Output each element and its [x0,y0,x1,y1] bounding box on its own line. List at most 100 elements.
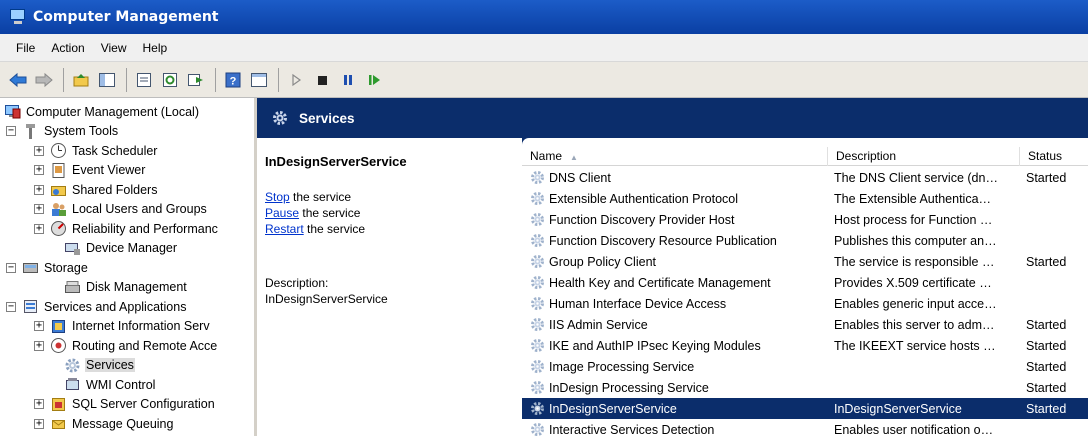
service-name-cell: Health Key and Certificate Management [522,275,828,290]
resume-service-button[interactable] [362,68,386,92]
toolbar-separator [278,67,279,92]
service-row[interactable]: Function Discovery Provider Host Host pro… [522,209,1088,230]
tree-item-local-users-and-groups[interactable]: + Local Users and Groups [34,200,208,219]
tree-item-event-viewer[interactable]: + Event Viewer [34,161,146,180]
collapse-icon[interactable]: − [6,262,16,273]
expand-icon[interactable]: + [34,223,44,234]
tree-item-routing-and-remote-acce[interactable]: + Routing and Remote Acce [34,336,218,355]
show-hide-tree-button[interactable] [95,68,119,92]
expand-icon[interactable]: + [34,184,44,195]
stop-service-link[interactable]: Stop [265,190,290,204]
service-name: InDesign Processing Service [549,380,709,395]
tree-item-computer-management-local[interactable]: Computer Management (Local) [4,102,200,121]
show-hide-action-pane-button[interactable] [247,68,271,92]
service-name: Function Discovery Resource Publication [549,233,777,248]
expand-icon[interactable]: + [34,418,44,429]
service-row[interactable]: IIS Admin Service Enables this server to … [522,314,1088,335]
expand-icon[interactable]: + [34,204,44,214]
column-header-name[interactable]: Name ▲ [522,147,828,166]
service-row[interactable]: Function Discovery Resource Publication P… [522,230,1088,251]
service-name: Health Key and Certificate Management [549,275,771,290]
menu-file[interactable]: File [8,34,43,62]
description-label: Description: [265,276,329,290]
menu-help[interactable]: Help [135,34,176,62]
tree-item-disk-management[interactable]: Disk Management [64,278,188,297]
service-name-cell: IKE and AuthIP IPsec Keying Modules [522,338,828,353]
service-name: Group Policy Client [549,254,656,269]
tree-item-system-tools[interactable]: − System Tools [6,122,119,141]
tree-item-services[interactable]: Services [64,356,135,375]
column-header-description[interactable]: Description [828,147,1020,166]
menu-bar: File Action View Help [0,34,1088,62]
tree-item-device-manager[interactable]: Device Manager [64,239,178,258]
expand-icon[interactable]: + [34,340,44,351]
tree-item-message-queuing[interactable]: + Message Queuing [34,414,174,433]
column-header-status[interactable]: Status [1020,147,1088,166]
service-name: Human Interface Device Access [549,296,727,311]
service-row[interactable]: Health Key and Certificate Management Pro… [522,272,1088,293]
expand-icon[interactable]: + [34,145,44,156]
tools-icon [26,123,35,139]
routing-icon [51,338,66,353]
shared-folder-icon [51,186,66,196]
menu-view[interactable]: View [93,34,135,62]
tree-item-internet-information-serv[interactable]: + Internet Information Serv [34,317,211,336]
selected-service-name: InDesignServerService [265,154,407,169]
tree-item-services-and-applications[interactable]: − Services and Applications [6,297,187,316]
restart-service-link[interactable]: Restart [265,222,304,236]
computer-icon [5,105,21,119]
gear-icon [531,276,544,289]
list-top-border [522,138,1088,145]
service-name-cell: InDesign Processing Service [522,380,828,395]
service-row[interactable]: InDesign Processing Service Started [522,377,1088,398]
export-list-button[interactable] [184,68,208,92]
up-level-button[interactable] [69,68,93,92]
tree-item-task-scheduler[interactable]: + Task Scheduler [34,141,158,160]
tree-item-wmi-control[interactable]: WMI Control [64,375,156,394]
properties-icon [137,72,151,87]
service-description-cell: Enables user notification o… [834,422,994,436]
service-name: InDesignServerService [549,401,677,416]
service-row[interactable]: IKE and AuthIP IPsec Keying Modules The I… [522,335,1088,356]
tree-item-storage[interactable]: − Storage [6,258,89,277]
svg-text:?: ? [230,75,237,87]
tree-item-label: SQL Server Configuration [72,397,215,411]
tree-item-label: Task Scheduler [72,143,158,158]
service-row[interactable]: Image Processing Service Started [522,356,1088,377]
forward-button[interactable] [32,68,56,92]
refresh-button[interactable] [158,68,182,92]
back-button[interactable] [6,68,30,92]
expand-icon[interactable]: + [34,165,44,175]
tree-item-shared-folders[interactable]: + Shared Folders [34,180,158,199]
menu-action[interactable]: Action [43,34,92,62]
collapse-icon[interactable]: − [6,301,16,312]
gear-icon [65,358,80,372]
service-row[interactable]: Extensible Authentication Protocol The Ex… [522,188,1088,209]
service-name: DNS Client [549,170,611,185]
service-row[interactable]: InDesignServerService InDesignServerServi… [522,398,1088,419]
service-row[interactable]: Interactive Services Detection Enables us… [522,419,1088,436]
start-service-button[interactable] [284,68,308,92]
service-status-cell: Started [1026,170,1067,185]
tree-item-reliability-and-performanc[interactable]: + Reliability and Performanc [34,219,219,238]
wmi-icon [66,378,79,390]
pause-service-link[interactable]: Pause [265,206,299,220]
extended-info-pane: InDesignServerService Stop the service P… [257,138,522,436]
properties-button[interactable] [132,68,156,92]
pause-service-button[interactable] [336,68,360,92]
help-button[interactable]: ? [221,68,245,92]
disk-icon [65,280,80,293]
expand-icon[interactable]: + [34,399,44,409]
gear-icon [531,255,544,268]
console-tree: Computer Management (Local) − System Tools… [0,98,257,436]
collapse-icon[interactable]: − [6,126,16,136]
expand-icon[interactable]: + [34,321,44,331]
stop-service-button[interactable] [310,68,334,92]
tree-item-label: Message Queuing [72,416,174,431]
service-description-cell: The DNS Client service (dn… [834,170,998,185]
tree-item-label: Storage [44,260,88,275]
service-row[interactable]: DNS Client The DNS Client service (dn… Sta… [522,167,1088,188]
service-row[interactable]: Human Interface Device Access Enables gen… [522,293,1088,314]
service-row[interactable]: Group Policy Client The service is respon… [522,251,1088,272]
tree-item-sql-server-configuration[interactable]: + SQL Server Configuration [34,395,216,414]
